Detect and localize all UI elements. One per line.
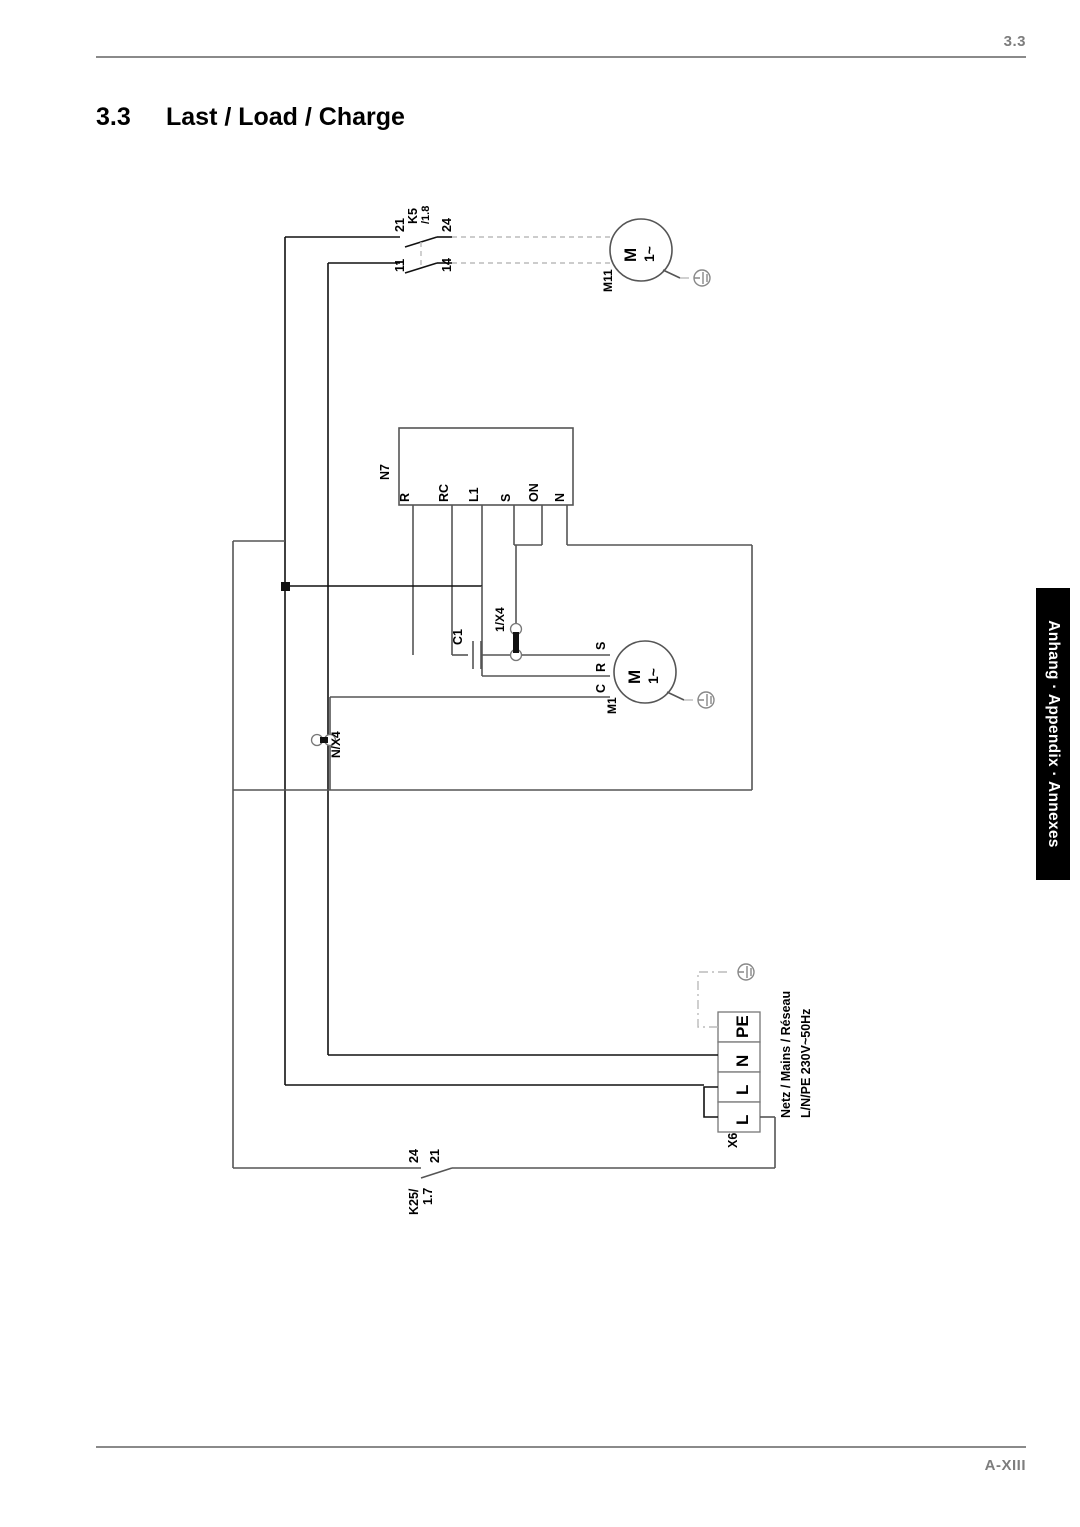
svg-text:24: 24: [440, 218, 454, 232]
terminal-block-x6: PE N L L X6: [703, 1011, 761, 1148]
svg-text:1.7: 1.7: [421, 1188, 435, 1205]
svg-text:R: R: [594, 663, 608, 672]
svg-text:K5: K5: [406, 208, 420, 224]
svg-text:24: 24: [407, 1149, 421, 1163]
svg-text:L/N/PE 230V~50Hz: L/N/PE 230V~50Hz: [799, 1009, 813, 1118]
motor-m1: M 1~ S R C M1: [594, 640, 715, 714]
svg-text:N: N: [553, 493, 567, 502]
svg-text:N: N: [733, 1055, 752, 1067]
svg-text:M11: M11: [601, 269, 615, 292]
k25-labels: 24 21 K25/ 1.7: [407, 1149, 442, 1215]
k5-labels: 21 11 24 14 K5 /1.8: [393, 206, 454, 272]
footer-page-number: A-XIII: [984, 1457, 1026, 1474]
svg-text:11: 11: [393, 259, 407, 272]
k25-contact-group: [232, 790, 776, 1179]
svg-text:M: M: [625, 670, 644, 684]
svg-text:S: S: [499, 494, 513, 502]
svg-text:R: R: [398, 493, 412, 502]
svg-text:M1: M1: [605, 697, 619, 714]
footer-divider: [96, 1446, 1026, 1448]
svg-text:C1: C1: [451, 629, 465, 645]
svg-text:S: S: [594, 642, 608, 650]
svg-text:PE: PE: [733, 1015, 752, 1038]
x6-caption: Netz / Mains / Réseau L/N/PE 230V~50Hz: [779, 991, 813, 1118]
svg-text:L: L: [733, 1085, 752, 1095]
svg-text:1~: 1~: [645, 668, 661, 684]
svg-text:14: 14: [440, 258, 454, 272]
svg-text:1~: 1~: [641, 246, 657, 262]
svg-text:N/X4: N/X4: [329, 731, 343, 758]
svg-text:C: C: [594, 684, 608, 693]
svg-text:N7: N7: [378, 464, 392, 480]
motor-m1-leads: [330, 586, 610, 698]
svg-text:M: M: [621, 248, 640, 262]
svg-text:21: 21: [428, 1149, 442, 1163]
wiring-diagram: .w { stroke:#555; stroke-width:1.6; fill…: [232, 206, 813, 1215]
terminal-1x4: 1/X4: [493, 545, 523, 662]
motor-m11: M 1~ M11: [601, 218, 711, 292]
svg-text:RC: RC: [437, 484, 451, 502]
svg-text:K25/: K25/: [407, 1188, 421, 1215]
svg-text:/1.8: /1.8: [420, 206, 432, 224]
svg-text:L: L: [733, 1115, 752, 1125]
svg-text:1/X4: 1/X4: [493, 607, 507, 632]
svg-text:Netz / Mains / Réseau: Netz / Mains / Réseau: [779, 991, 793, 1118]
svg-text:L1: L1: [467, 487, 481, 502]
svg-text:X6: X6: [726, 1133, 740, 1148]
svg-text:21: 21: [393, 218, 407, 232]
svg-text:ON: ON: [527, 483, 541, 502]
outer-loop-rectangle: [232, 540, 753, 791]
module-n7: N7 R RC L1 S ON N: [378, 427, 574, 506]
x6-feed-wires: [284, 1054, 718, 1086]
left-bus-bars: [284, 237, 329, 1055]
